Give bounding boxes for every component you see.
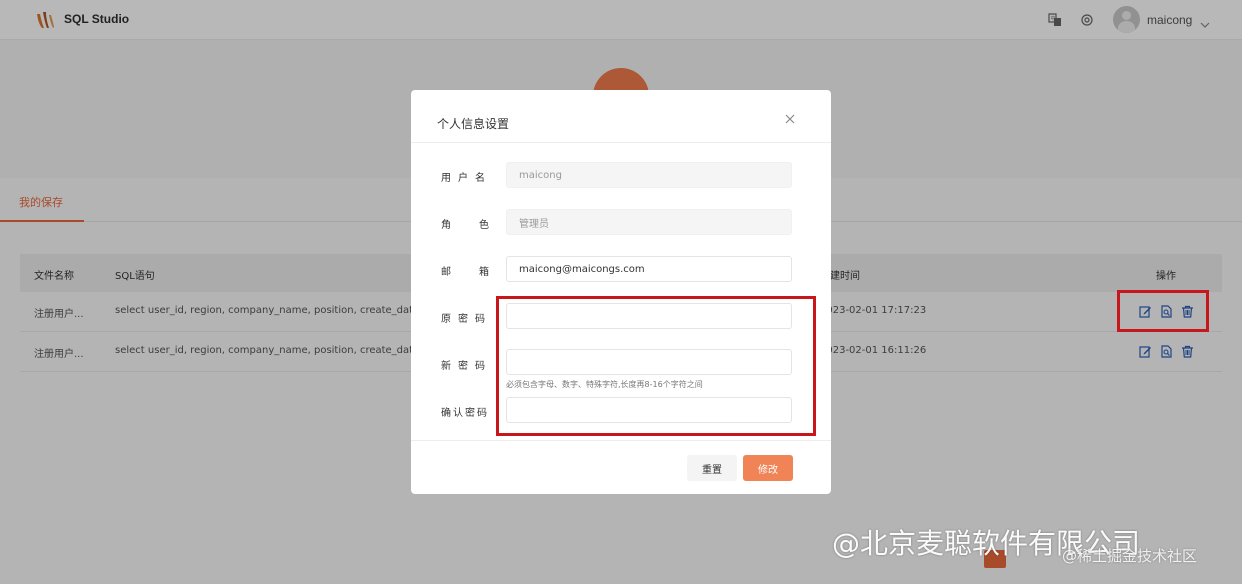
dialog-header-divider <box>411 142 831 143</box>
reset-button[interactable]: 重置 <box>687 455 737 481</box>
username-label: 用户名 <box>441 173 492 184</box>
submit-button[interactable]: 修改 <box>743 455 793 481</box>
close-icon[interactable] <box>783 112 797 126</box>
watermark-community: @稀土掘金技术社区 <box>1062 547 1198 565</box>
role-input <box>506 209 792 235</box>
dialog-title: 个人信息设置 <box>437 117 510 131</box>
old-password-label: 原密码 <box>441 314 492 325</box>
highlight-box-password-fields <box>496 296 816 436</box>
profile-settings-dialog: 个人信息设置 用户名 角色 邮箱 原密码 新密码 必须包含字母、数字、特殊字符,… <box>411 90 831 494</box>
email-input[interactable] <box>506 256 792 282</box>
new-password-label: 新密码 <box>441 361 492 372</box>
username-input <box>506 162 792 188</box>
highlight-box-actions <box>1117 290 1209 332</box>
confirm-password-label: 确认密码 <box>441 408 489 419</box>
dialog-footer-divider <box>411 440 831 441</box>
